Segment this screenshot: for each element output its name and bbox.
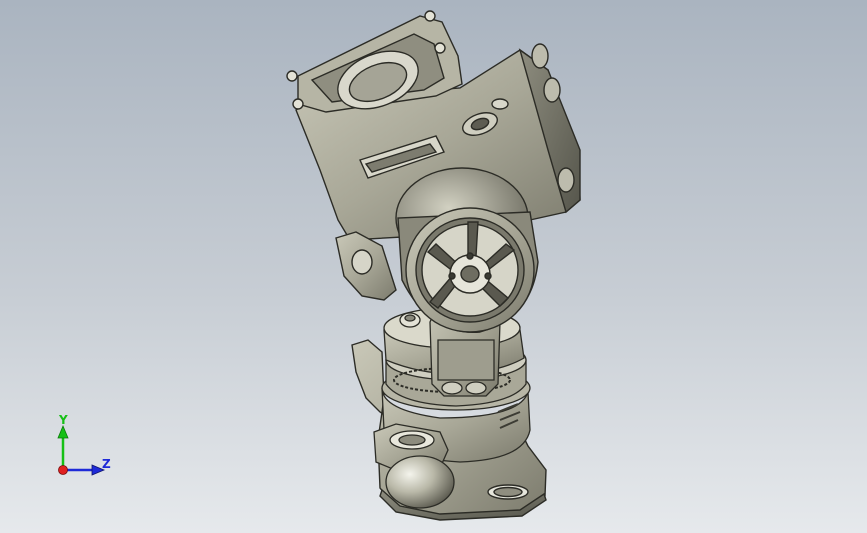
- triad-axes-icon: [57, 424, 106, 476]
- coordinate-triad: Y Z: [44, 410, 124, 490]
- graphics-viewport[interactable]: Y Z: [0, 0, 867, 533]
- gimbal-camera-assembly-icon[interactable]: [0, 0, 867, 533]
- roll-motor: [395, 167, 539, 333]
- z-axis-label: Z: [102, 457, 111, 471]
- y-axis-label: Y: [59, 413, 68, 427]
